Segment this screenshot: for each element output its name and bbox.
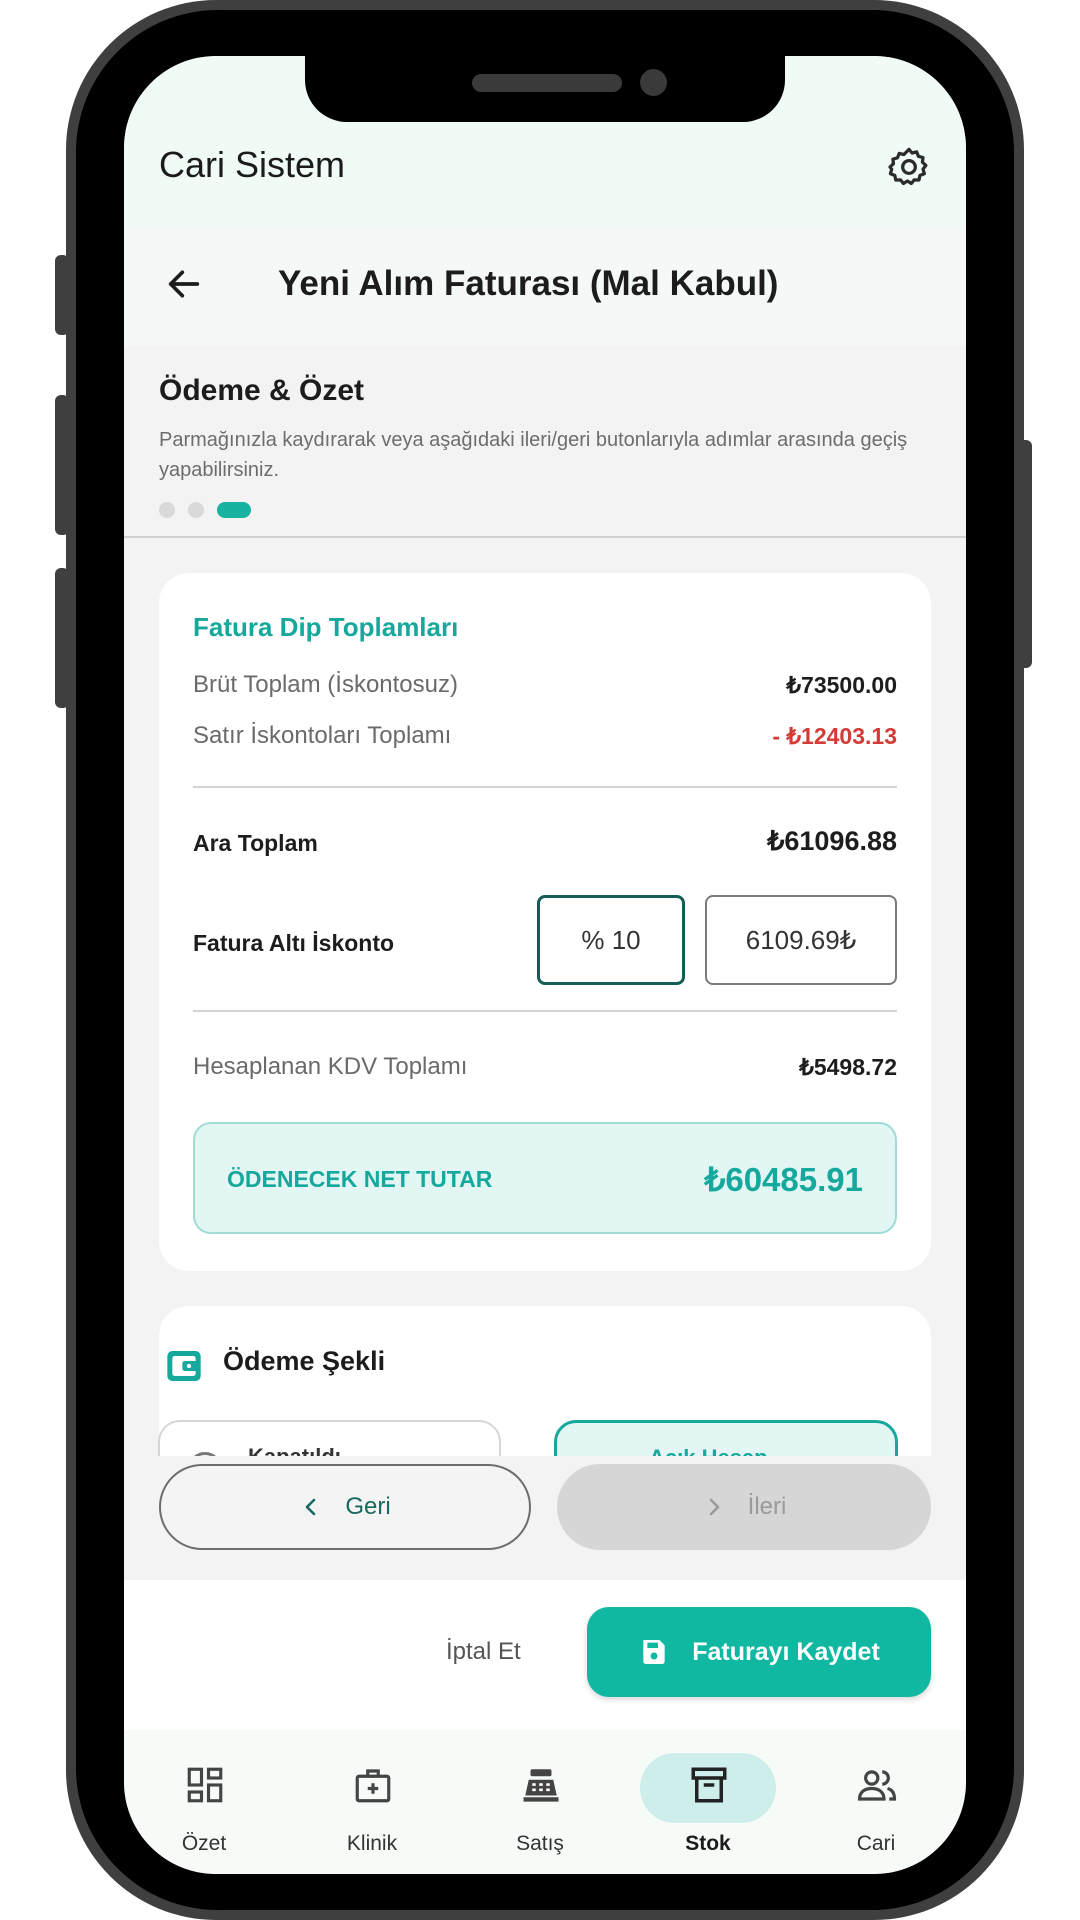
- nav-item-ozet[interactable]: Özet: [139, 1756, 269, 1866]
- divider: [124, 536, 966, 538]
- cash-register-icon: [523, 1769, 559, 1802]
- next-button[interactable]: İleri: [557, 1464, 931, 1550]
- discount-percent-field[interactable]: % 10: [537, 895, 685, 985]
- vat-label: Hesaplanan KDV Toplamı: [193, 1053, 468, 1080]
- dashboard-icon: [187, 1767, 223, 1803]
- people-icon: [857, 1770, 897, 1801]
- screen: Cari Sistem Yeni Alım Faturası (Mal Kabu…: [124, 56, 966, 1874]
- line-discount-value: - ₺12403.13: [772, 723, 897, 749]
- subtotal-value: ₺61096.88: [767, 826, 897, 856]
- nav-label: Stok: [685, 1832, 731, 1855]
- side-button-mute: [55, 255, 69, 335]
- back-arrow-icon[interactable]: [164, 264, 204, 304]
- app-title: Cari Sistem: [159, 144, 346, 185]
- net-total-label: ÖDENECEK NET TUTAR: [227, 1166, 493, 1192]
- next-button-label: İleri: [747, 1493, 787, 1520]
- step-dot-3-active: [217, 502, 251, 518]
- archive-box-icon: [691, 1767, 727, 1803]
- totals-card: Fatura Dip Toplamları Brüt Toplam (İskon…: [159, 573, 931, 1271]
- gross-value: ₺73500.00: [786, 672, 897, 698]
- phone-speaker: [472, 74, 622, 92]
- vat-value: ₺5498.72: [799, 1054, 897, 1080]
- step-dot-1: [159, 502, 175, 518]
- nav-item-klinik[interactable]: Klinik: [307, 1756, 437, 1866]
- payment-title: Ödeme Şekli: [223, 1346, 386, 1376]
- gross-label: Brüt Toplam (İskontosuz): [193, 671, 458, 698]
- side-button-power: [1018, 440, 1032, 668]
- phone-camera: [640, 69, 667, 96]
- back-button-label: Geri: [345, 1493, 391, 1520]
- floppy-disk-icon: [643, 1640, 665, 1664]
- nav-item-cari[interactable]: Cari: [811, 1756, 941, 1866]
- wallet-icon: [164, 1346, 204, 1386]
- side-button-volume-up: [55, 395, 69, 535]
- step-title: Ödeme & Özet: [159, 374, 365, 407]
- chevron-right-icon: [709, 1498, 719, 1516]
- gear-icon[interactable]: [886, 144, 932, 190]
- back-button[interactable]: Geri: [159, 1464, 531, 1550]
- page-title: Yeni Alım Faturası (Mal Kabul): [278, 264, 779, 303]
- step-description: Parmağınızla kaydırarak veya aşağıdaki i…: [159, 429, 908, 481]
- cancel-button[interactable]: İptal Et: [446, 1638, 521, 1666]
- save-invoice-button[interactable]: Faturayı Kaydet: [587, 1607, 931, 1697]
- divider: [193, 1010, 897, 1012]
- line-discount-label: Satır İskontoları Toplamı: [193, 722, 452, 749]
- save-invoice-label: Faturayı Kaydet: [692, 1637, 880, 1666]
- chevron-left-icon: [306, 1498, 316, 1516]
- invoice-discount-label: Fatura Altı İskonto: [193, 930, 395, 956]
- nav-label: Klinik: [346, 1832, 398, 1855]
- subtotal-label: Ara Toplam: [193, 830, 318, 856]
- nav-label: Özet: [181, 1832, 227, 1855]
- nav-label: Satış: [516, 1832, 564, 1855]
- discount-amount-field[interactable]: 6109.69₺: [705, 895, 897, 985]
- step-dot-2: [188, 502, 204, 518]
- nav-item-stok[interactable]: Stok: [643, 1756, 773, 1866]
- side-button-volume-down: [55, 568, 69, 708]
- net-total-value: ₺60485.91: [704, 1161, 863, 1198]
- net-total-box: ÖDENECEK NET TUTAR ₺60485.91: [193, 1122, 897, 1234]
- nav-item-satis[interactable]: Satış: [475, 1756, 605, 1866]
- totals-title: Fatura Dip Toplamları: [193, 612, 459, 642]
- divider: [193, 786, 897, 788]
- medical-bag-icon: [355, 1769, 391, 1803]
- nav-label: Cari: [856, 1832, 896, 1855]
